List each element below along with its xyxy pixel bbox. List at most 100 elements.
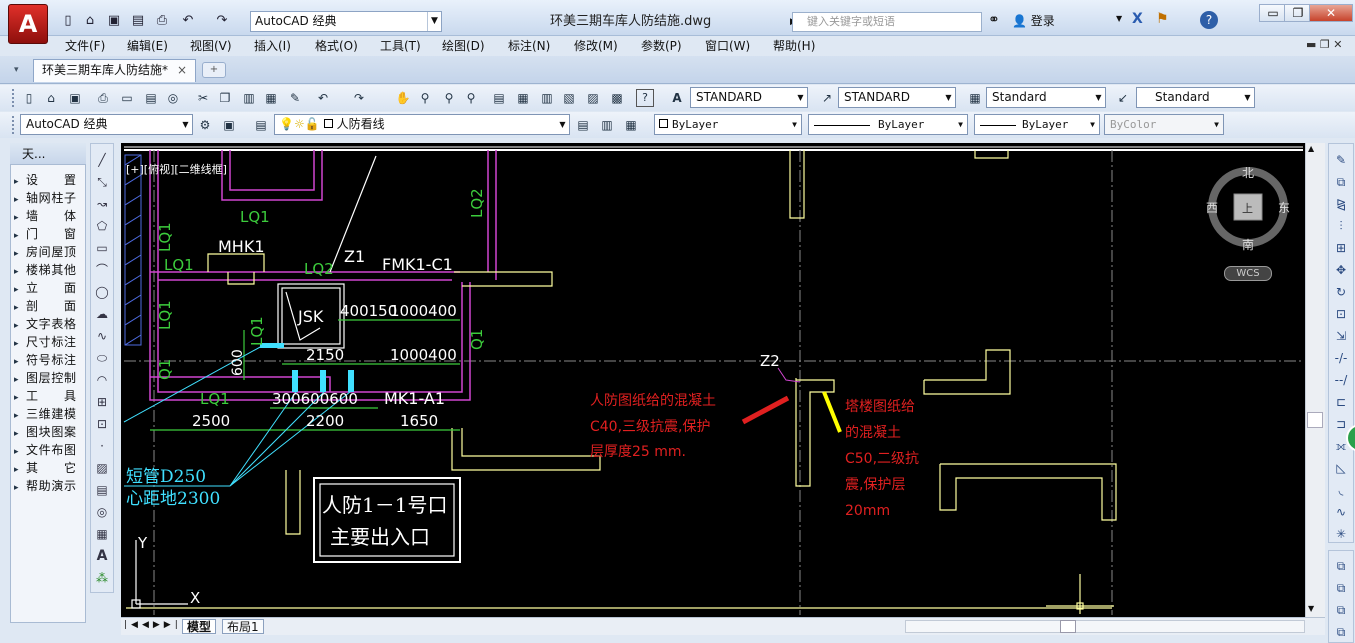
save-as-icon[interactable]: ▤ <box>128 10 148 30</box>
palette-item[interactable]: ▸ 剖 面 <box>14 297 84 315</box>
copy-object-icon[interactable]: ⧉ <box>1330 172 1352 192</box>
sheet-set-icon[interactable]: ▧ <box>560 89 578 107</box>
break-point-icon[interactable]: ⊏ <box>1330 392 1352 412</box>
palette-item[interactable]: ▸ 工 具 <box>14 387 84 405</box>
make-current-icon[interactable]: ▤ <box>574 116 592 134</box>
arc-icon[interactable]: ⌒ <box>92 260 112 280</box>
application-menu-button[interactable]: A <box>8 4 48 44</box>
vertical-scroll-thumb[interactable] <box>1307 412 1323 428</box>
close-button[interactable]: ✕ <box>1309 4 1353 22</box>
workspace-dropdown[interactable]: AutoCAD 经典 ▼ <box>20 114 193 135</box>
spline-icon[interactable]: ∿ <box>92 326 112 346</box>
workspace-settings-icon[interactable]: ⚙ <box>196 116 214 134</box>
layer-states-icon[interactable]: ▦ <box>622 116 640 134</box>
new-icon[interactable]: ▯ <box>20 89 38 107</box>
menu-insert[interactable]: 插入(I) <box>254 37 291 54</box>
login-button[interactable]: 👤 登录 <box>1012 12 1055 29</box>
scroll-down-icon[interactable]: ▼ <box>1308 604 1314 613</box>
scale-icon[interactable]: ⊡ <box>1330 304 1352 324</box>
wcs-menu[interactable]: WCS <box>1224 266 1272 281</box>
palette-item[interactable]: ▸ 图块图案 <box>14 423 84 441</box>
palette-item[interactable]: ▸ 设 置 <box>14 171 84 189</box>
palette-title[interactable]: 天... <box>10 143 86 165</box>
save-icon[interactable]: ▣ <box>104 10 124 30</box>
erase-icon[interactable]: ✎ <box>1330 150 1352 170</box>
menu-help[interactable]: 帮助(H) <box>773 37 815 54</box>
redo-icon[interactable]: ↷ <box>350 89 368 107</box>
zoom-realtime-icon[interactable]: ⚲ <box>416 89 434 107</box>
horizontal-scroll-thumb[interactable] <box>1060 620 1076 633</box>
circle-icon[interactable]: ◯ <box>92 282 112 302</box>
design-center-icon[interactable]: ▦ <box>514 89 532 107</box>
make-block-icon[interactable]: ⊡ <box>92 414 112 434</box>
mleader-style-select[interactable]: Standard ▼ <box>1136 87 1255 108</box>
minimize-button[interactable]: ▭ <box>1259 4 1287 22</box>
color-select[interactable]: ByLayer ▼ <box>654 114 802 135</box>
point-icon[interactable]: · <box>92 436 112 456</box>
polyline-icon[interactable]: ↝ <box>92 194 112 214</box>
palette-item[interactable]: ▸ 立 面 <box>14 279 84 297</box>
text-style-select[interactable]: STANDARD ▼ <box>690 87 808 108</box>
add-selected-icon[interactable]: ⁂ <box>92 568 112 588</box>
vertical-scrollbar[interactable] <box>1305 143 1325 617</box>
pan-icon[interactable]: ✋ <box>394 89 412 107</box>
palette-item[interactable]: ▸ 尺寸标注 <box>14 333 84 351</box>
palette-item[interactable]: ▸ 文件布图 <box>14 441 84 459</box>
paste-icon[interactable]: ▥ <box>240 89 258 107</box>
send-back-icon[interactable]: ⧉ <box>1330 578 1352 598</box>
layer-previous-icon[interactable]: ▥ <box>598 116 616 134</box>
hatch-icon[interactable]: ▨ <box>92 458 112 478</box>
toolbar-grip[interactable] <box>12 89 15 107</box>
gradient-icon[interactable]: ▤ <box>92 480 112 500</box>
close-tab-icon[interactable]: × <box>177 60 187 81</box>
palette-item[interactable]: ▸ 轴网柱子 <box>14 189 84 207</box>
extend-icon[interactable]: --/ <box>1330 370 1352 390</box>
menu-draw[interactable]: 绘图(D) <box>442 37 485 54</box>
customize-icon[interactable]: ▣ <box>220 116 238 134</box>
save-icon[interactable]: ▣ <box>66 89 84 107</box>
menu-edit[interactable]: 编辑(E) <box>127 37 168 54</box>
palette-item[interactable]: ▸ 图层控制 <box>14 369 84 387</box>
menu-parametric[interactable]: 参数(P) <box>641 37 682 54</box>
horizontal-scrollbar[interactable] <box>905 620 1305 633</box>
menu-format[interactable]: 格式(O) <box>315 37 358 54</box>
layer-select[interactable]: 💡☼🔓 人防看线 ▼ <box>274 114 570 135</box>
open-icon[interactable]: ⌂ <box>42 89 60 107</box>
help-icon[interactable]: ? <box>1200 11 1218 29</box>
match-properties-icon[interactable]: ✎ <box>286 89 304 107</box>
viewcube[interactable]: 上 北 南 西 东 <box>1206 166 1290 252</box>
layer-properties-icon[interactable]: ▤ <box>252 116 270 134</box>
menu-window[interactable]: 窗口(W) <box>705 37 750 54</box>
bring-front-icon[interactable]: ⧉ <box>1330 556 1352 576</box>
toolbar-grip[interactable] <box>12 116 15 134</box>
mleader-style-icon[interactable]: ↙ <box>1114 89 1132 107</box>
ellipse-icon[interactable]: ⬭ <box>92 348 112 368</box>
menu-file[interactable]: 文件(F) <box>65 37 105 54</box>
region-icon[interactable]: ◎ <box>92 502 112 522</box>
stretch-icon[interactable]: ⇲ <box>1330 326 1352 346</box>
viewport-controls-label[interactable]: [+][俯视][二维线框] <box>126 161 227 177</box>
menu-modify[interactable]: 修改(M) <box>574 37 618 54</box>
palette-item[interactable]: ▸ 楼梯其他 <box>14 261 84 279</box>
linetype-select[interactable]: ByLayer ▼ <box>808 114 968 135</box>
polygon-icon[interactable]: ⬠ <box>92 216 112 236</box>
tool-palettes-icon[interactable]: ▥ <box>538 89 556 107</box>
insert-block-icon[interactable]: ⊞ <box>92 392 112 412</box>
workspace-select[interactable]: AutoCAD 经典 ▼ <box>250 11 442 32</box>
revcloud-icon[interactable]: ☁ <box>92 304 112 324</box>
palette-item[interactable]: ▸ 墙 体 <box>14 207 84 225</box>
menu-view[interactable]: 视图(V) <box>190 37 232 54</box>
palette-item[interactable]: ▸ 帮助演示 <box>14 477 84 495</box>
mtext-icon[interactable]: A <box>92 546 112 566</box>
login-dropdown-icon[interactable]: ▼ <box>1116 14 1122 23</box>
chamfer-icon[interactable]: ◺ <box>1330 458 1352 478</box>
bring-above-icon[interactable]: ⧉ <box>1330 600 1352 620</box>
globe-icon[interactable]: ◎ <box>164 89 182 107</box>
dim-style-select[interactable]: STANDARD ▼ <box>838 87 956 108</box>
exchange-icon[interactable]: X <box>1132 11 1143 27</box>
lineweight-select[interactable]: ByLayer ▼ <box>974 114 1100 135</box>
restore-button[interactable]: ❐ <box>1284 4 1312 22</box>
binoculars-icon[interactable]: ⚭ <box>988 12 1000 28</box>
palette-item[interactable]: ▸ 三维建模 <box>14 405 84 423</box>
rotate-icon[interactable]: ↻ <box>1330 282 1352 302</box>
